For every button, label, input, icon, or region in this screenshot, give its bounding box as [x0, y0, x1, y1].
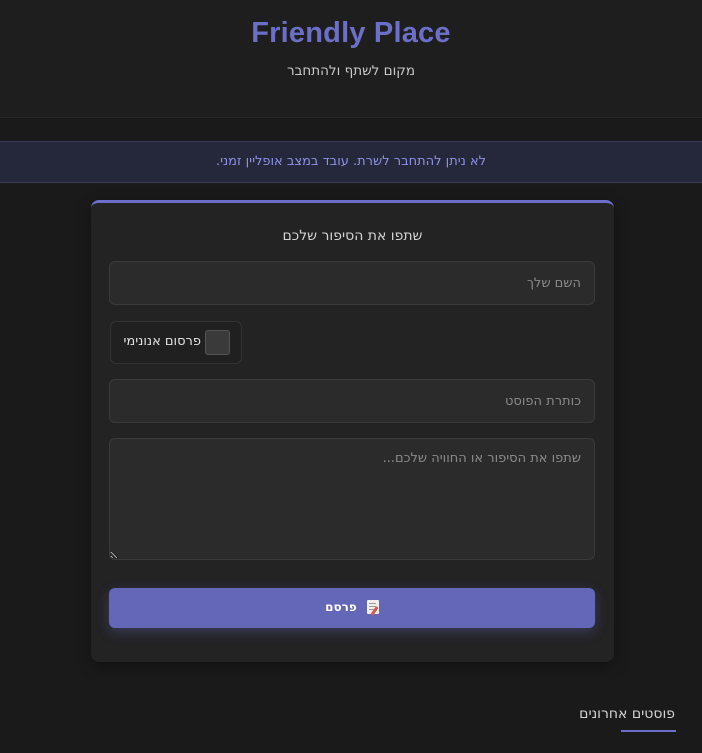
form-title: שתפו את הסיפור שלכם — [282, 228, 423, 244]
memo-icon — [366, 599, 379, 614]
anonymous-checkbox[interactable] — [205, 330, 230, 355]
app-title: Friendly Place — [251, 17, 451, 49]
anonymous-option[interactable]: פרסום אנונימי — [110, 321, 242, 364]
app-header: Friendly Place מקום לשתף ולהתחבר — [0, 0, 702, 118]
name-input[interactable] — [109, 261, 595, 305]
offline-banner: לא ניתן להתחבר לשרת. עובד במצב אופליין ז… — [0, 141, 702, 183]
recent-posts-heading: פוסטים אחרונים — [579, 706, 675, 722]
app-subtitle: מקום לשתף ולהתחבר — [287, 63, 415, 79]
story-textarea[interactable] — [109, 438, 595, 560]
post-title-input[interactable] — [109, 379, 595, 423]
anonymous-label: פרסום אנונימי — [123, 334, 201, 349]
recent-posts-underline — [621, 730, 676, 732]
share-story-card: שתפו את הסיפור שלכם פרסום אנונימי פרסם — [91, 200, 614, 662]
publish-button[interactable]: פרסם — [109, 588, 595, 628]
publish-label: פרסם — [325, 599, 357, 614]
